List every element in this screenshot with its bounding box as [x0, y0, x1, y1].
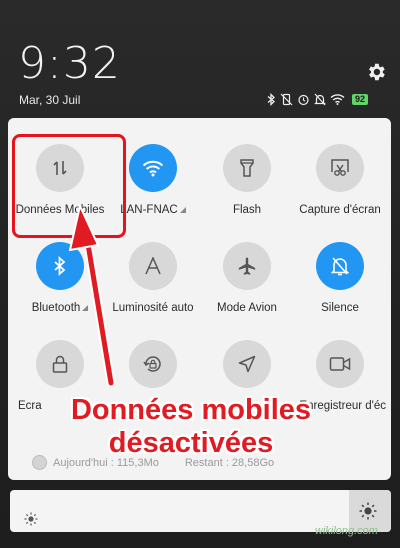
annotation-text: Données mobiles désactivées: [36, 394, 346, 460]
tile-flash[interactable]: Flash: [201, 144, 293, 216]
annotation-line-1: Données mobiles: [70, 394, 312, 426]
tile-rotation-lock[interactable]: [107, 340, 199, 400]
tile-location[interactable]: [201, 340, 293, 400]
tile-silence-label: Silence: [321, 302, 359, 314]
tile-silence[interactable]: Silence: [294, 242, 386, 314]
tile-bluetooth[interactable]: Bluetooth: [14, 242, 106, 314]
airplane-icon: [238, 257, 256, 275]
clock-time: 9:32: [18, 38, 121, 89]
tile-auto-brightness-button[interactable]: [129, 242, 177, 290]
settings-gear-icon[interactable]: [365, 61, 387, 83]
tile-silence-button[interactable]: [316, 242, 364, 290]
tile-airplane-mode-button[interactable]: [223, 242, 271, 290]
annotation-line-2: désactivées: [108, 427, 274, 459]
location-icon: [238, 355, 256, 373]
tile-bluetooth-button[interactable]: [36, 242, 84, 290]
highlight-box: [12, 134, 126, 238]
silent-icon: [314, 93, 326, 105]
date-label: Mar, 30 Juil: [19, 93, 81, 107]
alarm-icon: [298, 94, 309, 105]
lock-icon: [52, 355, 68, 373]
brightness-high-icon: [359, 502, 377, 520]
battery-level: 92: [352, 93, 369, 105]
tile-bluetooth-label: Bluetooth: [14, 302, 106, 314]
watermark: wikilong.com: [315, 525, 378, 537]
tile-screen-recorder-button[interactable]: [316, 340, 364, 388]
auto-brightness-icon: [145, 257, 161, 275]
tile-screenshot[interactable]: Capture d'écran: [294, 144, 386, 216]
screen-recorder-icon: [329, 357, 351, 371]
tile-airplane-mode[interactable]: Mode Avion: [201, 242, 293, 314]
silence-icon: [331, 257, 349, 276]
brightness-low-icon: [24, 512, 38, 526]
tile-wifi-button[interactable]: [129, 144, 177, 192]
tile-auto-brightness[interactable]: Luminosité auto: [107, 242, 199, 314]
bluetooth-icon: [267, 92, 275, 106]
rotation-lock-icon: [143, 356, 161, 372]
tile-airplane-mode-label: Mode Avion: [217, 302, 277, 314]
bluetooth-icon: [54, 256, 66, 276]
tile-location-button[interactable]: [223, 340, 271, 388]
tile-auto-brightness-label: Luminosité auto: [112, 302, 194, 314]
status-icons: 92: [267, 92, 369, 106]
tile-screenshot-button[interactable]: [316, 144, 364, 192]
wifi-icon: [142, 160, 164, 177]
tile-lock-screen-button[interactable]: [36, 340, 84, 388]
tile-flash-button[interactable]: [223, 144, 271, 192]
flashlight-icon: [240, 159, 254, 177]
wifi-icon: [330, 94, 345, 105]
tile-rotation-lock-button[interactable]: [129, 340, 177, 388]
tile-screenshot-label: Capture d'écran: [299, 204, 381, 216]
screenshot-icon: [331, 159, 349, 176]
vibrate-off-icon: [280, 93, 293, 105]
tile-flash-label: Flash: [232, 204, 262, 216]
